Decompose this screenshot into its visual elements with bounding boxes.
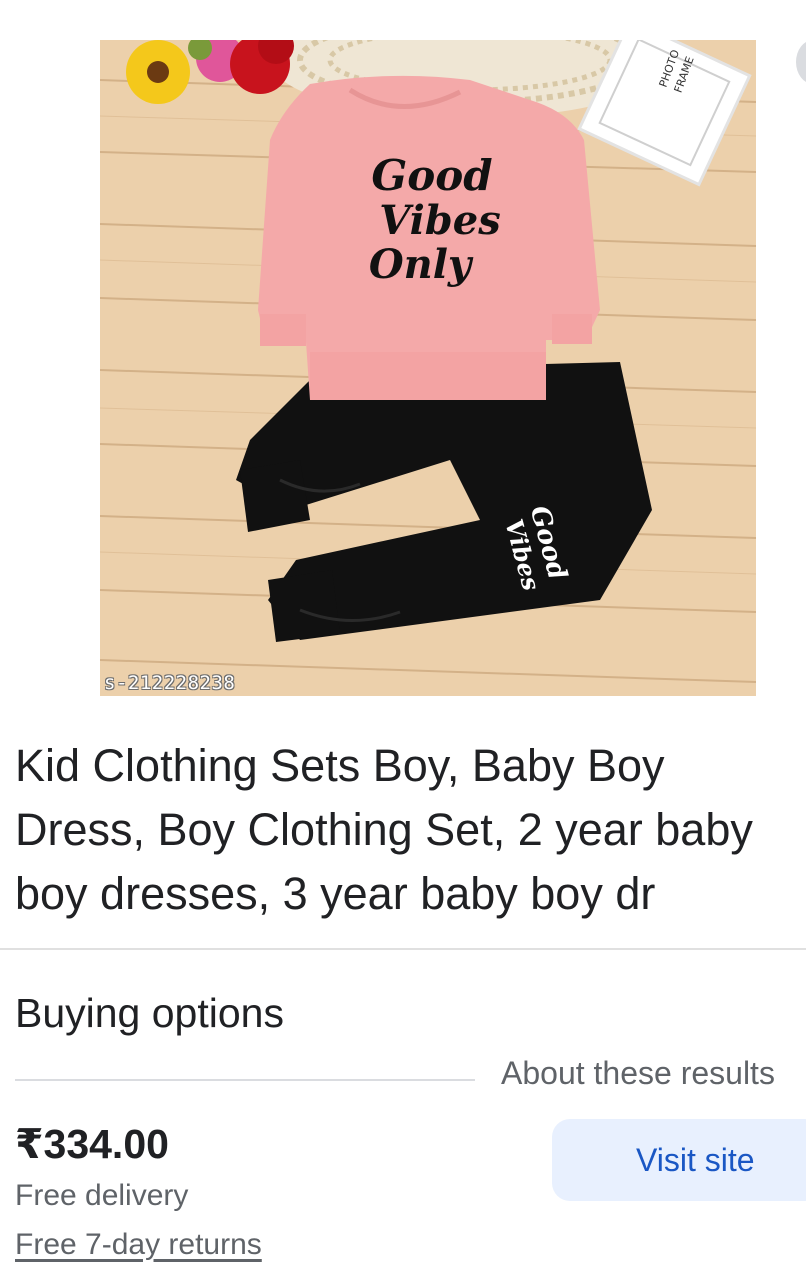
- returns-link[interactable]: Free 7-day returns: [15, 1228, 262, 1262]
- next-image-button[interactable]: [796, 40, 806, 84]
- product-image[interactable]: PHOTO FRAME Good Vibes Good Vibes Only s…: [100, 40, 756, 696]
- visit-site-button[interactable]: Visit site: [552, 1119, 806, 1201]
- section-divider: [0, 948, 806, 950]
- buying-options-divider: [15, 1079, 475, 1081]
- product-title: Kid Clothing Sets Boy, Baby Boy Dress, B…: [15, 740, 753, 919]
- shirt-print-good: Good: [371, 151, 492, 200]
- image-id-watermark: s-212228238: [104, 672, 236, 694]
- product-details-page: PHOTO FRAME Good Vibes Good Vibes Only s…: [0, 0, 806, 1280]
- buying-options-heading: Buying options: [15, 990, 284, 1036]
- shirt-print-only: Only: [369, 241, 474, 288]
- price: ₹334.00: [15, 1121, 169, 1167]
- product-photo-illustration: PHOTO FRAME Good Vibes Good Vibes Only: [100, 40, 756, 696]
- delivery-info: Free delivery: [15, 1179, 189, 1212]
- shirt-print-vibes: Vibes: [379, 197, 500, 244]
- about-these-results-link[interactable]: About these results: [501, 1055, 775, 1092]
